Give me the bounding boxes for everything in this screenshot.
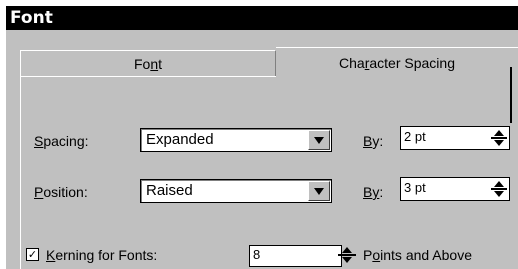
callout-pointer-line [510,67,512,123]
position-by-spinner[interactable]: 3 pt [400,177,510,201]
spacing-by-spinner[interactable]: 2 pt [400,126,510,150]
chevron-down-icon [314,188,324,195]
position-value: Raised [146,182,193,199]
spacing-value: Expanded [146,131,214,148]
spacing-dropdown[interactable]: Expanded [140,128,332,152]
position-by-value: 3 pt [404,180,426,195]
kerning-checkbox[interactable]: ✓ [26,248,39,261]
spacing-by-value: 2 pt [404,129,426,144]
kerning-spin-arrows-icon[interactable] [338,247,356,265]
kerning-label: Kerning for Fonts: [46,247,158,263]
spacing-by-label: By: [363,133,384,149]
tab-font[interactable]: Font [20,50,276,77]
dialog-title-bar: Font [6,6,518,30]
chevron-down-icon [314,137,324,144]
spacing-label: Spacing: [34,133,89,149]
dialog-title: Font [10,8,53,28]
kerning-points-input[interactable]: 8 [249,245,342,267]
position-dropdown[interactable]: Raised [140,179,332,203]
tab-character-spacing[interactable]: Character Spacing [276,47,518,77]
kerning-value: 8 [253,247,261,262]
position-label: Position: [34,184,88,200]
kerning-points-label: Points and Above [363,247,472,263]
position-dropdown-button[interactable] [308,181,330,201]
spin-arrows-icon[interactable] [491,181,507,197]
character-spacing-panel [20,77,518,269]
font-dialog: Font Character Spacing Spacing: Expanded… [6,30,518,269]
position-by-label: By: [363,184,384,200]
spin-arrows-icon[interactable] [491,130,507,146]
spacing-dropdown-button[interactable] [308,130,330,150]
